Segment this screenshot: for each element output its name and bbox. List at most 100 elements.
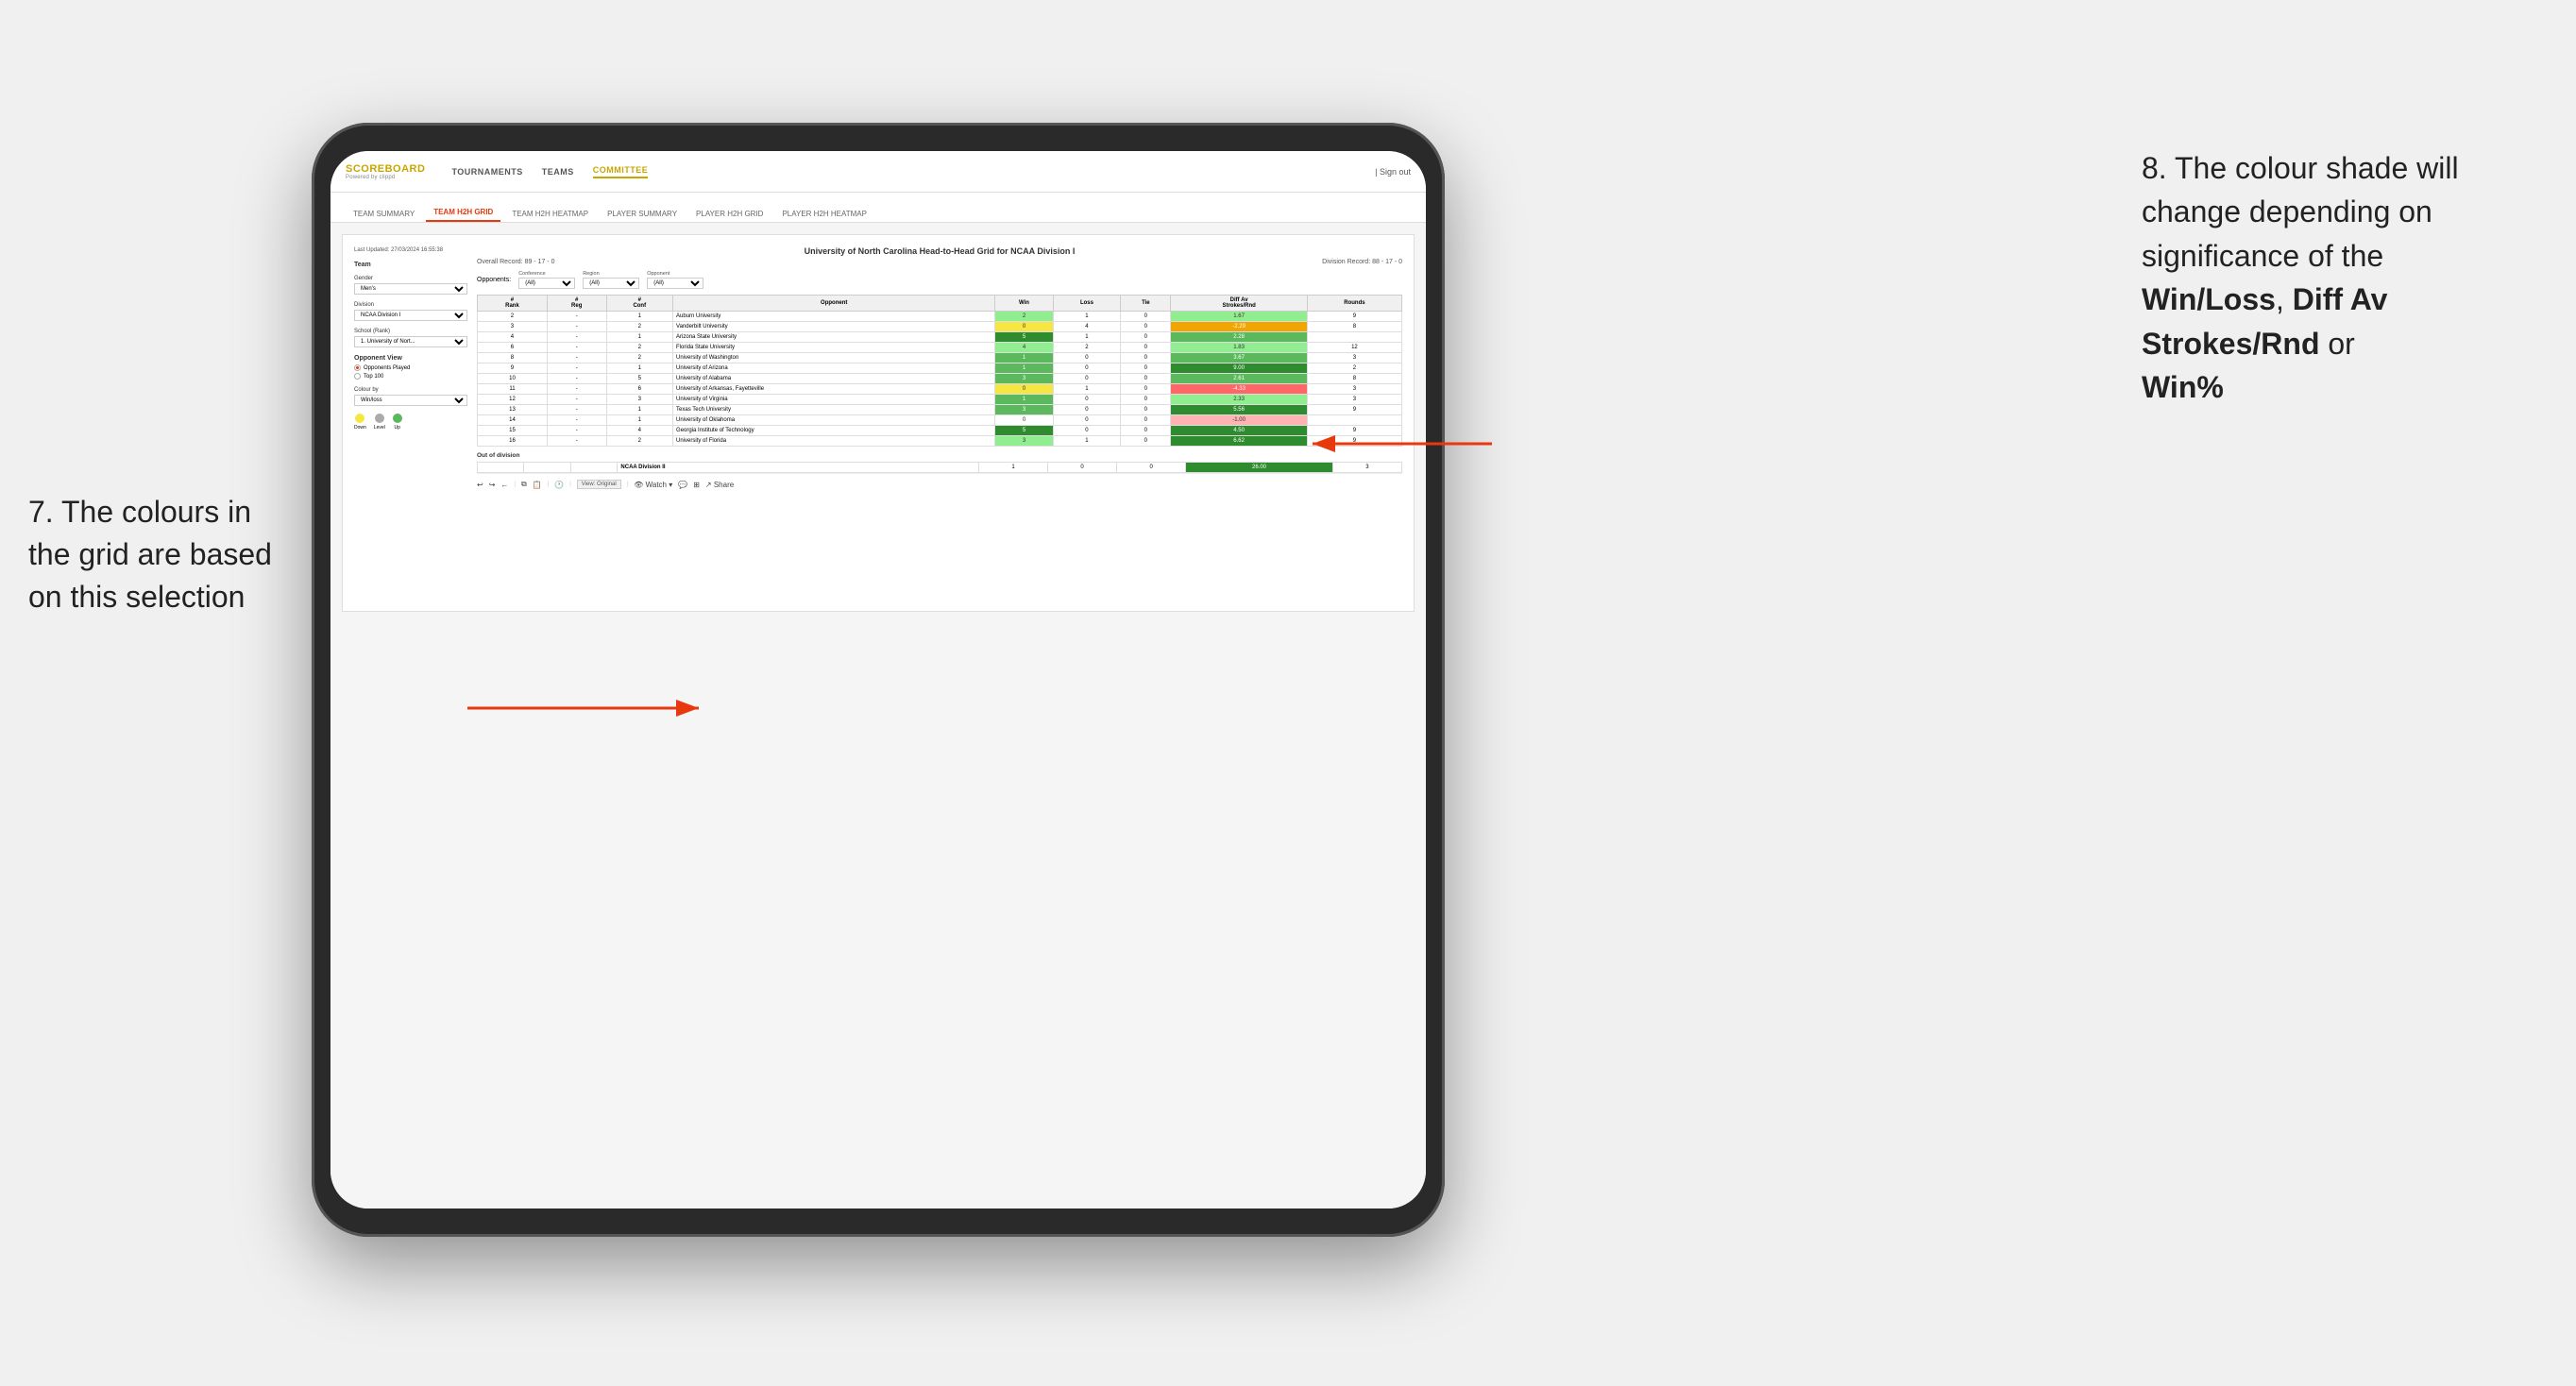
- annotation-right-line1: 8. The colour shade will change dependin…: [2142, 151, 2459, 273]
- subnav-player-h2h-grid[interactable]: PLAYER H2H GRID: [688, 206, 771, 222]
- cell-rounds: [1307, 332, 1401, 343]
- cell-reg: -: [547, 322, 606, 332]
- colour-by-select[interactable]: Win/loss: [354, 395, 467, 406]
- toolbar-paste[interactable]: 📋: [533, 481, 542, 489]
- table-row: 15 - 4 Georgia Institute of Technology 5…: [478, 426, 1402, 436]
- cell-win: 3: [995, 374, 1053, 384]
- cell-reg: -: [547, 363, 606, 374]
- subnav-team-h2h-grid[interactable]: TEAM H2H GRID: [426, 204, 500, 222]
- gender-label: Gender: [354, 276, 467, 281]
- toolbar-comment[interactable]: 💬: [678, 481, 687, 489]
- radio-dot-top100: [354, 373, 361, 380]
- subnav-team-summary[interactable]: TEAM SUMMARY: [346, 206, 422, 222]
- cell-rank: 9: [478, 363, 548, 374]
- table-row: 11 - 6 University of Arkansas, Fayettevi…: [478, 384, 1402, 395]
- cell-diff: 1.83: [1171, 343, 1307, 353]
- toolbar-undo[interactable]: ↩: [477, 481, 483, 489]
- ood-opponent: NCAA Division II: [618, 463, 979, 473]
- toolbar-view[interactable]: View: Original: [577, 480, 621, 489]
- nav-teams[interactable]: TEAMS: [542, 167, 574, 177]
- table-header-row: #Rank #Reg #Conf Opponent Win Loss Tie D…: [478, 296, 1402, 312]
- cell-win: 5: [995, 426, 1053, 436]
- filter-conference: Conference (All): [518, 271, 575, 289]
- toolbar-sep4: |: [627, 482, 629, 487]
- th-conf: #Conf: [606, 296, 673, 312]
- ood-rank: [478, 463, 524, 473]
- cell-rank: 12: [478, 395, 548, 405]
- cell-diff: 2.28: [1171, 332, 1307, 343]
- toolbar-grid[interactable]: ⊞: [693, 481, 700, 489]
- school-label: School (Rank): [354, 329, 467, 334]
- annotation-right-bold3: Win%: [2142, 370, 2224, 404]
- toolbar-redo[interactable]: ↪: [489, 481, 496, 489]
- division-record: Division Record: 88 - 17 - 0: [1322, 259, 1402, 265]
- toolbar-copy[interactable]: ⧉: [521, 480, 527, 489]
- cell-rank: 10: [478, 374, 548, 384]
- cell-rounds: 3: [1307, 395, 1401, 405]
- nav-committee[interactable]: COMMITTEE: [593, 165, 649, 178]
- filter-opponent-select[interactable]: (All): [647, 278, 703, 289]
- radio-opponents-played[interactable]: Opponents Played: [354, 364, 467, 371]
- cell-diff: 2.33: [1171, 395, 1307, 405]
- cell-reg: -: [547, 384, 606, 395]
- ood-tie: 0: [1117, 463, 1186, 473]
- legend-down-label: Down: [354, 425, 366, 431]
- cell-tie: 0: [1121, 415, 1171, 426]
- table-row: 12 - 3 University of Virginia 1 0 0 2.33…: [478, 395, 1402, 405]
- th-opponent: Opponent: [673, 296, 995, 312]
- cell-win: 5: [995, 332, 1053, 343]
- cell-reg: -: [547, 415, 606, 426]
- cell-rounds: 9: [1307, 426, 1401, 436]
- cell-loss: 0: [1053, 363, 1121, 374]
- cell-rounds: 2: [1307, 363, 1401, 374]
- table-body: 2 - 1 Auburn University 2 1 0 1.67 9 3 -…: [478, 312, 1402, 447]
- table-row: 13 - 1 Texas Tech University 3 0 0 5.56 …: [478, 405, 1402, 415]
- table-row: 3 - 2 Vanderbilt University 0 4 0 -2.29 …: [478, 322, 1402, 332]
- cell-loss: 2: [1053, 343, 1121, 353]
- ipad-screen: SCOREBOARD Powered by clippd TOURNAMENTS…: [330, 151, 1426, 1209]
- cell-opponent: Texas Tech University: [673, 405, 995, 415]
- radio-top100[interactable]: Top 100: [354, 373, 467, 380]
- division-select[interactable]: NCAA Division I: [354, 310, 467, 321]
- toolbar-share[interactable]: ↗ Share: [705, 481, 734, 489]
- sidebar-division-section: Division NCAA Division I: [354, 302, 467, 321]
- annotation-left: 7. The colours in the grid are based on …: [28, 491, 293, 617]
- cell-rank: 8: [478, 353, 548, 363]
- toolbar-back[interactable]: ←: [500, 481, 508, 489]
- cell-tie: 0: [1121, 374, 1171, 384]
- h2h-table: #Rank #Reg #Conf Opponent Win Loss Tie D…: [477, 295, 1402, 447]
- filter-conference-select[interactable]: (All): [518, 278, 575, 289]
- cell-opponent: University of Florida: [673, 436, 995, 447]
- cell-opponent: University of Oklahoma: [673, 415, 995, 426]
- sign-out-link[interactable]: | Sign out: [1375, 167, 1411, 177]
- toolbar-watch[interactable]: 👁 Watch ▾: [634, 481, 672, 489]
- out-of-division-label: Out of division: [477, 452, 1402, 459]
- annotation-right-bold1: Win/Loss: [2142, 282, 2276, 316]
- subnav-player-h2h-heatmap[interactable]: PLAYER H2H HEATMAP: [774, 206, 874, 222]
- school-select[interactable]: 1. University of Nort...: [354, 336, 467, 347]
- opponents-label: Opponents:: [477, 277, 511, 283]
- cell-loss: 0: [1053, 426, 1121, 436]
- cell-rank: 14: [478, 415, 548, 426]
- legend-row: Down Level Up: [354, 414, 467, 431]
- cell-loss: 1: [1053, 384, 1121, 395]
- filter-region-select[interactable]: (All): [583, 278, 639, 289]
- subnav-player-summary[interactable]: PLAYER SUMMARY: [600, 206, 685, 222]
- th-win: Win: [995, 296, 1053, 312]
- table-row: 4 - 1 Arizona State University 5 1 0 2.2…: [478, 332, 1402, 343]
- cell-loss: 4: [1053, 322, 1121, 332]
- cell-rank: 16: [478, 436, 548, 447]
- cell-opponent: Arizona State University: [673, 332, 995, 343]
- cell-diff: 1.67: [1171, 312, 1307, 322]
- subnav-team-h2h-heatmap[interactable]: TEAM H2H HEATMAP: [504, 206, 596, 222]
- cell-rounds: [1307, 415, 1401, 426]
- legend-down-circle: [355, 414, 364, 423]
- toolbar-clock[interactable]: 🕐: [554, 481, 564, 489]
- nav-tournaments[interactable]: TOURNAMENTS: [451, 167, 522, 177]
- cell-conf: 2: [606, 353, 673, 363]
- annotation-comma: ,: [2276, 282, 2293, 316]
- cell-rounds: 3: [1307, 353, 1401, 363]
- out-of-division-body: NCAA Division II 1 0 0 26.00 3: [478, 463, 1402, 473]
- gender-select[interactable]: Men's: [354, 283, 467, 295]
- cell-opponent: University of Washington: [673, 353, 995, 363]
